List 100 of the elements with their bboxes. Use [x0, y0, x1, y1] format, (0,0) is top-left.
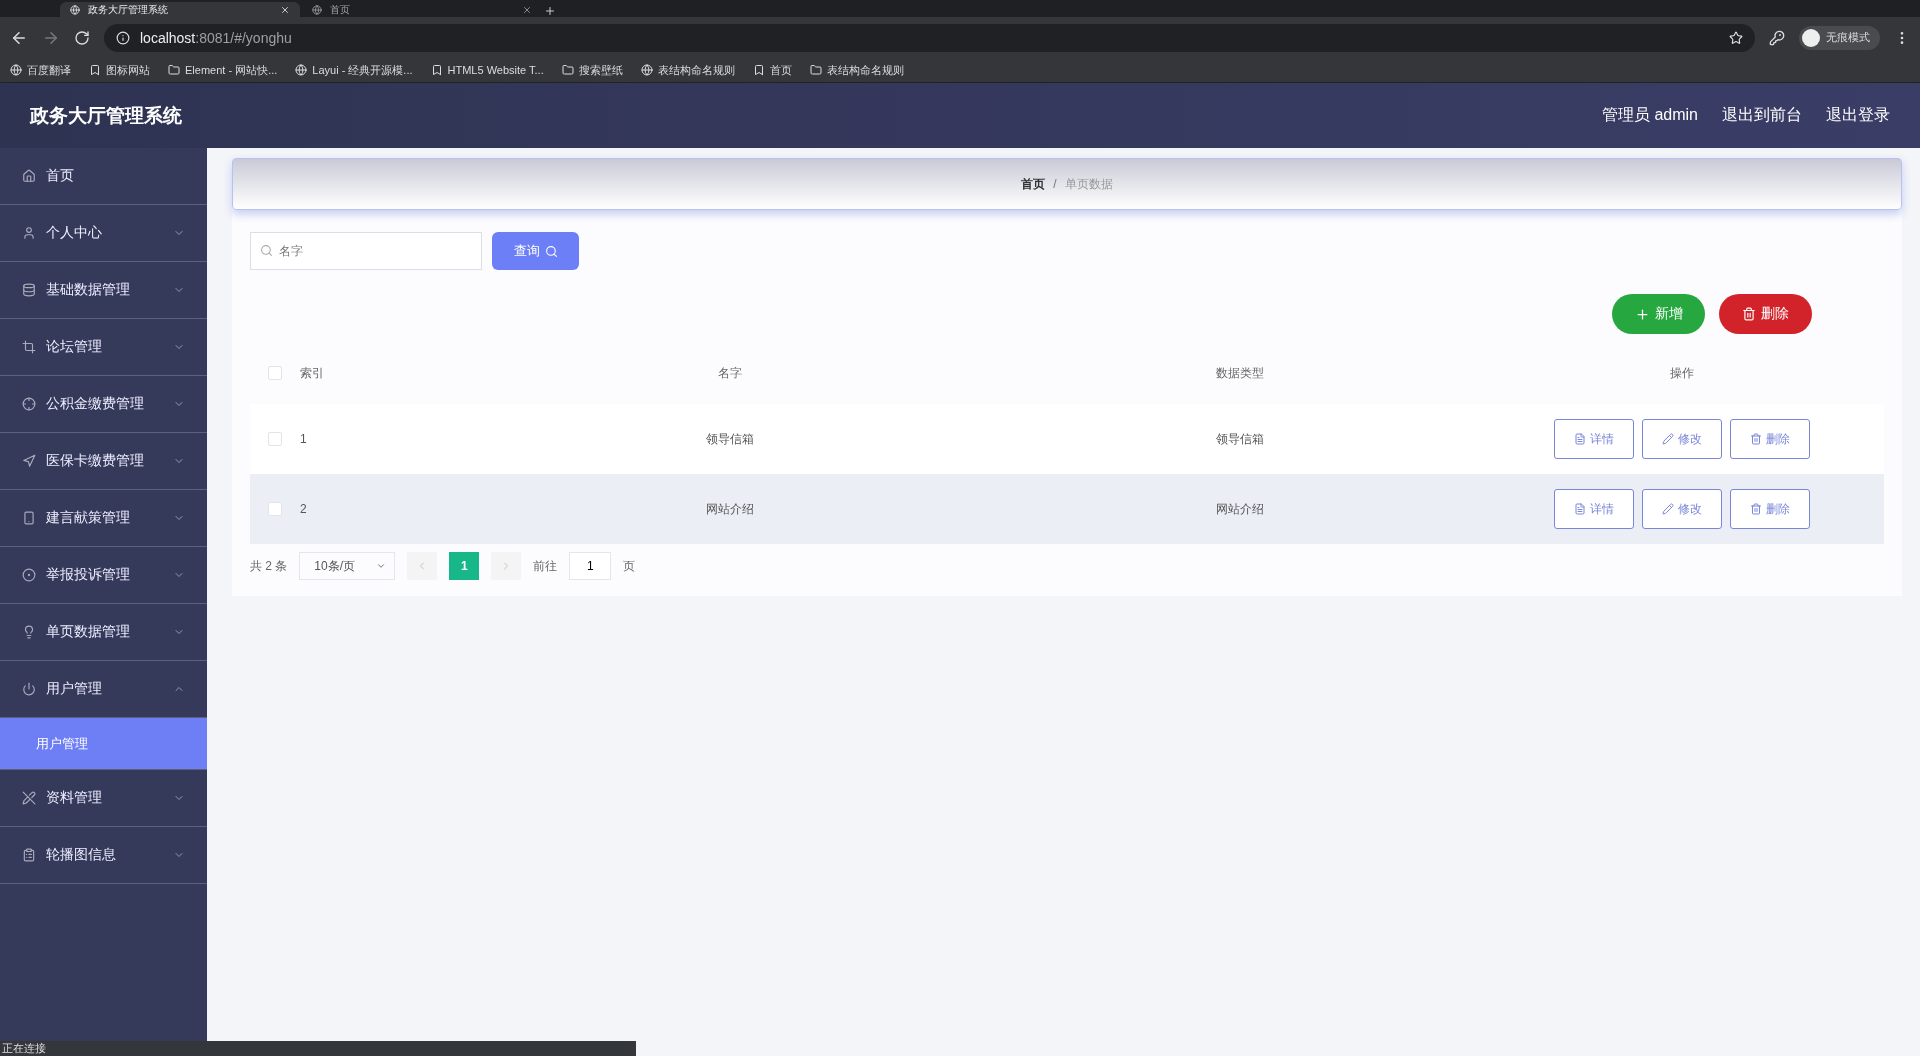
header-link[interactable]: 管理员 admin — [1601, 105, 1698, 126]
chevron-down-icon — [376, 561, 387, 571]
bookmark-icon — [752, 64, 765, 76]
url-path: :8081/#/yonghu — [195, 29, 292, 46]
table-cell-text: 领导信箱 — [1215, 430, 1265, 448]
sidebar-item[interactable]: 资料管理 — [0, 770, 207, 827]
browser-tab[interactable]: 首页 — [302, 2, 542, 17]
row-action-button[interactable]: 删除 — [1730, 419, 1810, 459]
url-host: localhost — [140, 29, 196, 46]
crop-icon — [22, 340, 36, 354]
key-icon[interactable] — [1769, 29, 1785, 46]
clipboard-icon — [22, 848, 36, 862]
row-action-button[interactable]: 详情 — [1554, 489, 1634, 529]
checkbox[interactable] — [268, 502, 282, 516]
row-action-button[interactable]: 详情 — [1554, 419, 1634, 459]
user-icon — [22, 226, 36, 240]
database-icon — [22, 283, 36, 297]
bookmark-icon — [10, 64, 22, 76]
bookmark-item[interactable]: 图标网站 — [89, 62, 150, 78]
bookmark-icon — [430, 64, 443, 76]
bookmark-icon — [89, 64, 101, 76]
trash-icon — [1750, 503, 1762, 515]
phone-icon — [22, 511, 36, 525]
checkbox[interactable] — [268, 366, 282, 380]
app-title: 政务大厅管理系统 — [30, 103, 182, 128]
sidebar-item[interactable]: 首页 — [0, 148, 207, 205]
sidebar-item[interactable]: 公积金缴费管理 — [0, 376, 207, 433]
pencil-icon — [1662, 503, 1674, 515]
sidebar-item[interactable]: 单页数据管理 — [0, 604, 207, 661]
total-count: 共 2 条 — [250, 557, 288, 575]
star-icon[interactable] — [1729, 30, 1743, 45]
bookmark-item[interactable]: 表结构命名规则 — [809, 62, 904, 78]
new-tab-icon[interactable] — [544, 5, 556, 17]
checkbox[interactable] — [268, 432, 282, 446]
trash-icon — [1742, 307, 1756, 321]
close-icon[interactable] — [280, 4, 290, 15]
delete-button[interactable]: 删除 — [1719, 294, 1812, 334]
document-icon — [1574, 433, 1586, 445]
search-icon — [260, 244, 273, 257]
bookmark-item[interactable]: 首页 — [752, 62, 792, 78]
close-icon[interactable] — [522, 4, 532, 15]
breadcrumb-link[interactable]: 首页 — [1021, 175, 1046, 193]
globe-icon — [312, 4, 322, 15]
bookmark-icon — [809, 64, 822, 76]
column-header: 操作 — [1669, 364, 1695, 382]
bookmark-item[interactable]: 百度翻译 — [10, 62, 71, 78]
plus-icon — [1634, 306, 1650, 322]
row-action-button[interactable]: 修改 — [1642, 419, 1722, 459]
table-cell-text: 1 — [300, 432, 308, 446]
document-icon — [1574, 503, 1586, 515]
bookmark-icon — [640, 64, 653, 76]
profile-chip[interactable]: 无痕模式 — [1799, 25, 1880, 50]
address-bar[interactable]: localhost:8081/#/yonghu — [104, 23, 1755, 52]
target-icon — [22, 568, 36, 582]
navigation-icon — [22, 454, 36, 468]
bookmark-icon — [168, 64, 180, 76]
sidebar-item[interactable]: 基础数据管理 — [0, 262, 207, 319]
header-link[interactable]: 退出到前台 — [1722, 105, 1802, 126]
sidebar-item[interactable]: 举报投诉管理 — [0, 547, 207, 604]
search-icon — [544, 244, 558, 258]
column-header: 名字 — [717, 364, 743, 382]
trash-icon — [1750, 433, 1762, 445]
bookmark-item[interactable]: HTML5 Website T... — [430, 64, 544, 76]
crosshair-icon — [22, 397, 36, 411]
column-header: 索引 — [300, 364, 325, 382]
sidebar-item[interactable]: 论坛管理 — [0, 319, 207, 376]
lightbulb-icon — [22, 625, 36, 639]
table-cell-text: 2 — [300, 502, 308, 516]
page-suffix: 页 — [623, 557, 636, 575]
pen-icon — [22, 791, 36, 805]
goto-label: 前往 — [533, 557, 558, 575]
row-action-button[interactable]: 修改 — [1642, 489, 1722, 529]
breadcrumb-separator: / — [1053, 177, 1057, 191]
globe-icon — [70, 4, 80, 15]
header-link[interactable]: 退出登录 — [1826, 105, 1890, 126]
bookmark-item[interactable]: Element - 网站快... — [168, 62, 278, 78]
sidebar-item[interactable]: 医保卡缴费管理 — [0, 433, 207, 490]
table-cell-text: 网站介绍 — [705, 500, 755, 518]
bookmark-icon — [295, 64, 308, 76]
sidebar-item[interactable]: 个人中心 — [0, 205, 207, 262]
info-icon — [116, 30, 130, 45]
reload-icon[interactable] — [74, 29, 90, 46]
breadcrumb-current: 单页数据 — [1064, 175, 1113, 193]
browser-tab[interactable]: 政务大厅管理系统 — [60, 2, 300, 17]
bookmark-item[interactable]: Layui - 经典开源模... — [295, 62, 413, 78]
bookmark-item[interactable]: 搜索壁纸 — [561, 62, 623, 78]
power-icon — [22, 682, 36, 696]
page-size-select[interactable]: 10条/页 — [299, 552, 396, 580]
bookmark-icon — [561, 64, 574, 76]
row-action-button[interactable]: 删除 — [1730, 489, 1810, 529]
bookmark-item[interactable]: 表结构命名规则 — [640, 62, 735, 78]
search-field[interactable]: 名字 — [250, 232, 482, 270]
table-cell-text: 领导信箱 — [705, 430, 755, 448]
sidebar-item[interactable]: 建言献策管理 — [0, 490, 207, 547]
table-cell-text: 网站介绍 — [1215, 500, 1265, 518]
pencil-icon — [1662, 433, 1674, 445]
page-input[interactable]: 1 — [569, 552, 612, 580]
home-icon — [22, 169, 36, 183]
status-bar: 正在连接 — [0, 1041, 636, 1056]
sidebar-item[interactable]: 轮播图信息 — [0, 827, 207, 884]
